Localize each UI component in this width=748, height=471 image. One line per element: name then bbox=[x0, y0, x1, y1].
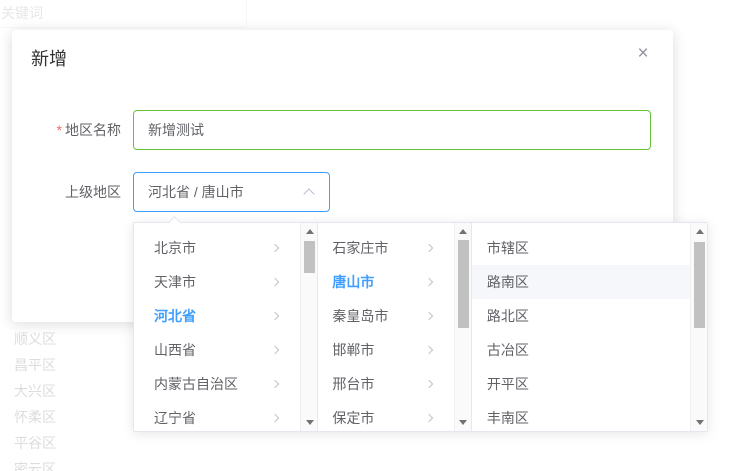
chevron-right-icon bbox=[425, 244, 433, 252]
option-label: 路北区 bbox=[487, 308, 529, 324]
required-asterisk: * bbox=[57, 122, 62, 138]
cascader-option[interactable]: 天津市 bbox=[134, 265, 300, 299]
cascader-option[interactable]: 保定市 bbox=[318, 401, 453, 435]
cascader-option-active[interactable]: 唐山市 bbox=[318, 265, 453, 299]
scroll-down-arrow[interactable] bbox=[301, 414, 318, 431]
cascader-panel-districts: 市辖区 路南区 路北区 古冶区 开平区 丰南区 bbox=[472, 223, 707, 431]
option-label: 河北省 bbox=[154, 308, 196, 324]
cascader-option[interactable]: 开平区 bbox=[472, 367, 690, 401]
option-label: 邢台市 bbox=[332, 376, 374, 392]
close-icon[interactable]: × bbox=[631, 42, 655, 66]
cascader-option[interactable]: 北京市 bbox=[134, 231, 300, 265]
option-label: 内蒙古自治区 bbox=[154, 376, 238, 392]
option-label: 古冶区 bbox=[487, 342, 529, 358]
option-label: 辽宁省 bbox=[154, 410, 196, 426]
scrollbar[interactable] bbox=[454, 223, 471, 431]
cascader-option[interactable]: 路北区 bbox=[472, 299, 690, 333]
cascader-option[interactable]: 秦皇岛市 bbox=[318, 299, 453, 333]
chevron-right-icon bbox=[271, 346, 279, 354]
scrollbar-thumb[interactable] bbox=[458, 240, 469, 328]
scrollbar[interactable] bbox=[300, 223, 317, 431]
chevron-up-icon bbox=[303, 188, 314, 199]
scroll-up-arrow[interactable] bbox=[301, 223, 318, 240]
chevron-right-icon bbox=[271, 244, 279, 252]
scroll-down-arrow[interactable] bbox=[455, 414, 472, 431]
chevron-right-icon bbox=[271, 414, 279, 422]
region-name-value: 新增测试 bbox=[148, 120, 204, 140]
province-list: 北京市 天津市 河北省 山西省 内蒙古自治区 辽宁省 bbox=[134, 223, 317, 443]
chevron-right-icon bbox=[425, 312, 433, 320]
cascader-option[interactable]: 丰南区 bbox=[472, 401, 690, 435]
scrollbar[interactable] bbox=[690, 223, 707, 431]
cascader-option[interactable]: 内蒙古自治区 bbox=[134, 367, 300, 401]
option-label: 唐山市 bbox=[332, 274, 374, 290]
region-name-input[interactable]: 新增测试 bbox=[133, 110, 651, 150]
option-label: 山西省 bbox=[154, 342, 196, 358]
option-label: 秦皇岛市 bbox=[332, 308, 388, 324]
cascader-panel-provinces: 北京市 天津市 河北省 山西省 内蒙古自治区 辽宁省 bbox=[134, 223, 318, 431]
chevron-right-icon bbox=[425, 380, 433, 388]
option-label: 邯郸市 bbox=[332, 342, 374, 358]
chevron-right-icon bbox=[425, 278, 433, 286]
city-list: 石家庄市 唐山市 秦皇岛市 邯郸市 邢台市 保定市 bbox=[318, 223, 470, 443]
parent-region-cascader-input[interactable]: 河北省 / 唐山市 bbox=[133, 172, 330, 212]
chevron-right-icon bbox=[425, 346, 433, 354]
chevron-right-icon bbox=[271, 312, 279, 320]
option-label: 保定市 bbox=[332, 410, 374, 426]
cascader-option-active[interactable]: 河北省 bbox=[134, 299, 300, 333]
chevron-right-icon bbox=[271, 278, 279, 286]
cascader-option-hovered[interactable]: 路南区 bbox=[472, 265, 690, 299]
app-root: 关键词 市辖区 东城区 西城区 朝阳区 丰台区 石景山区 海淀区 门头沟区 房山… bbox=[0, 0, 748, 471]
district-list: 市辖区 路南区 路北区 古冶区 开平区 丰南区 bbox=[472, 223, 707, 443]
region-name-label-text: 地区名称 bbox=[65, 122, 121, 138]
cascader-option[interactable]: 辽宁省 bbox=[134, 401, 300, 435]
cascader-option[interactable]: 古冶区 bbox=[472, 333, 690, 367]
option-label: 市辖区 bbox=[487, 240, 529, 256]
chevron-right-icon bbox=[271, 380, 279, 388]
cascader-option[interactable]: 市辖区 bbox=[472, 231, 690, 265]
option-label: 天津市 bbox=[154, 274, 196, 290]
region-name-label: *地区名称 bbox=[21, 120, 121, 140]
scrollbar-thumb[interactable] bbox=[304, 241, 315, 273]
scroll-up-arrow[interactable] bbox=[691, 223, 708, 240]
parent-region-label-text: 上级地区 bbox=[65, 184, 121, 200]
cascader-panel-cities: 石家庄市 唐山市 秦皇岛市 邯郸市 邢台市 保定市 bbox=[318, 223, 471, 431]
parent-region-value: 河北省 / 唐山市 bbox=[148, 182, 244, 202]
option-label: 开平区 bbox=[487, 376, 529, 392]
dialog-title: 新增 bbox=[31, 46, 67, 72]
option-label: 路南区 bbox=[487, 274, 529, 290]
cascader-option[interactable]: 石家庄市 bbox=[318, 231, 453, 265]
option-label: 北京市 bbox=[154, 240, 196, 256]
chevron-right-icon bbox=[425, 414, 433, 422]
cascader-dropdown: 北京市 天津市 河北省 山西省 内蒙古自治区 辽宁省 石家庄市 唐山市 秦皇岛市… bbox=[133, 222, 708, 432]
scroll-up-arrow[interactable] bbox=[455, 223, 472, 240]
scroll-down-arrow[interactable] bbox=[691, 414, 708, 431]
parent-region-label: 上级地区 bbox=[21, 182, 121, 202]
cascader-option[interactable]: 邯郸市 bbox=[318, 333, 453, 367]
cascader-option[interactable]: 山西省 bbox=[134, 333, 300, 367]
option-label: 石家庄市 bbox=[332, 240, 388, 256]
option-label: 丰南区 bbox=[487, 410, 529, 426]
scrollbar-thumb[interactable] bbox=[694, 242, 705, 328]
cascader-option[interactable]: 邢台市 bbox=[318, 367, 453, 401]
